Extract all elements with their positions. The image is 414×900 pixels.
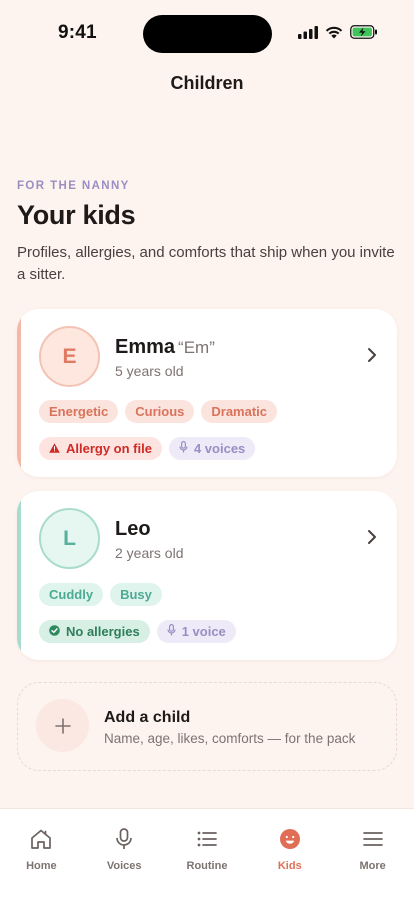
plus-icon: [36, 699, 89, 752]
home-icon: [29, 828, 53, 855]
smiley-face-icon: [279, 828, 301, 855]
add-child-button[interactable]: Add a child Name, age, likes, comforts —…: [17, 682, 397, 771]
child-age: 5 years old: [115, 363, 184, 379]
tab-home[interactable]: Home: [0, 809, 83, 900]
microphone-icon: [114, 828, 134, 855]
microphone-icon: [179, 441, 188, 456]
status-chips: No allergies 1 voice: [39, 620, 236, 643]
trait-chip: Curious: [125, 400, 195, 423]
card-accent-bar: [17, 491, 21, 660]
child-nickname: “Em”: [178, 338, 215, 357]
cellular-signal-icon: [298, 25, 318, 44]
child-age: 2 years old: [115, 545, 184, 561]
status-bar: 9:41: [0, 0, 414, 64]
trait-chips: Energetic Curious Dramatic: [39, 400, 278, 423]
child-card-emma[interactable]: E Emma “Em” 5 years old Energetic Curious…: [17, 309, 397, 477]
status-icons: [298, 25, 378, 44]
card-accent-bar: [17, 309, 21, 477]
add-child-subtitle: Name, age, likes, comforts — for the pac…: [104, 731, 356, 746]
tab-kids[interactable]: Kids: [248, 809, 331, 900]
tab-label: More: [359, 860, 386, 872]
tab-label: Voices: [106, 860, 142, 872]
tab-label: Routine: [186, 860, 228, 872]
chevron-right-icon[interactable]: [367, 347, 377, 368]
tab-bar: Home Voices Routine Kids More: [0, 808, 414, 900]
dynamic-island: [143, 15, 272, 53]
wifi-icon: [325, 26, 343, 44]
voices-badge[interactable]: 1 voice: [156, 620, 236, 643]
tab-routine[interactable]: Routine: [166, 809, 249, 900]
voices-label: 1 voice: [181, 624, 226, 639]
section-heading: Your kids: [17, 200, 136, 230]
battery-charging-icon: [350, 25, 378, 44]
chevron-right-icon[interactable]: [367, 529, 377, 550]
child-name-text: Emma: [115, 336, 176, 358]
child-name: Leo: [115, 518, 151, 541]
menu-icon: [362, 828, 384, 855]
tab-label: Home: [26, 860, 57, 872]
tab-voices[interactable]: Voices: [83, 809, 166, 900]
trait-chip: Energetic: [39, 400, 119, 423]
warning-triangle-icon: [49, 441, 60, 456]
tab-label: Kids: [277, 860, 302, 872]
status-chips: Allergy on file 4 voices: [39, 437, 256, 460]
page-title: Children: [170, 73, 244, 93]
avatar: E: [39, 326, 100, 387]
add-child-title: Add a child: [104, 709, 191, 726]
voices-label: 4 voices: [193, 441, 246, 456]
allergy-badge[interactable]: No allergies: [39, 620, 150, 643]
trait-chips: Cuddly Busy: [39, 583, 162, 606]
tab-more[interactable]: More: [331, 809, 414, 900]
check-circle-icon: [49, 624, 60, 639]
trait-chip: Cuddly: [39, 583, 104, 606]
child-name: Emma “Em”: [115, 336, 215, 359]
status-time: 9:41: [58, 22, 97, 43]
allergy-badge[interactable]: Allergy on file: [39, 437, 162, 460]
child-name-text: Leo: [115, 518, 151, 540]
allergy-label: No allergies: [66, 624, 140, 639]
child-card-leo[interactable]: L Leo 2 years old Cuddly Busy No allergi…: [17, 491, 397, 660]
allergy-label: Allergy on file: [66, 441, 152, 456]
microphone-icon: [167, 624, 176, 639]
voices-badge[interactable]: 4 voices: [168, 437, 256, 460]
section-description: Profiles, allergies, and comforts that s…: [17, 244, 395, 283]
list-icon: [196, 828, 218, 855]
avatar: L: [39, 508, 100, 569]
section-eyebrow: FOR THE NANNY: [17, 180, 130, 192]
trait-chip: Dramatic: [201, 400, 278, 423]
trait-chip: Busy: [110, 583, 162, 606]
